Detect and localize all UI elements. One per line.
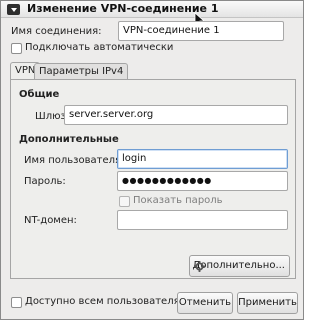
autoconnect-label[interactable]: Подключать автоматически xyxy=(25,42,173,53)
cancel-button[interactable]: Отменить xyxy=(177,292,233,314)
username-input[interactable]: login xyxy=(117,149,288,169)
show-password-checkbox[interactable] xyxy=(119,196,130,207)
all-users-checkbox[interactable] xyxy=(11,297,22,308)
password-label: Пароль: xyxy=(24,176,66,187)
advanced-settings-button[interactable]: Дополнительно... xyxy=(189,255,290,277)
vpn-tab-panel: Общие Шлюз: server.server.org Дополнител… xyxy=(10,79,296,279)
dialog-window: Изменение VPN-соединение 1 Имя соединени… xyxy=(0,0,304,320)
password-input[interactable]: ●●●●●●●●●●●● xyxy=(117,171,288,191)
nt-domain-label: NT-домен: xyxy=(24,215,77,226)
advanced-section-heading: Дополнительные xyxy=(19,134,119,145)
gateway-input[interactable]: server.server.org xyxy=(64,105,288,125)
show-password-label[interactable]: Показать пароль xyxy=(133,195,223,206)
connection-name-label: Имя соединения: xyxy=(11,26,102,37)
window-title: Изменение VPN-соединение 1 xyxy=(27,2,219,15)
username-label: Имя пользователя: xyxy=(24,155,125,166)
general-section-heading: Общие xyxy=(19,89,60,100)
gear-icon xyxy=(194,261,205,272)
nt-domain-input[interactable] xyxy=(117,210,288,230)
window-menu-icon[interactable] xyxy=(7,4,20,15)
advanced-settings-button-label: Дополнительно... xyxy=(192,260,285,271)
title-bar[interactable]: Изменение VPN-соединение 1 xyxy=(1,1,303,18)
connection-name-input[interactable]: VPN-соединение 1 xyxy=(118,21,284,41)
apply-button[interactable]: Применить xyxy=(237,292,298,314)
autoconnect-checkbox[interactable] xyxy=(11,43,22,54)
tab-ipv4-settings[interactable]: Параметры IPv4 xyxy=(34,63,129,80)
all-users-label[interactable]: Доступно всем пользователям xyxy=(25,296,187,307)
